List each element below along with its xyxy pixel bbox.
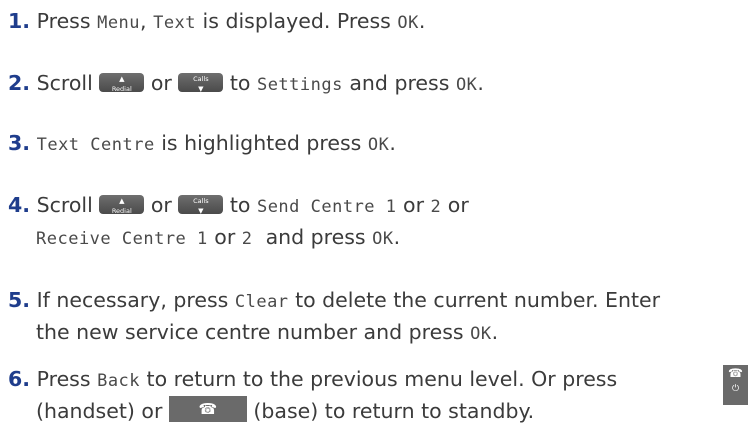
redial-up-key-icon: ▲ Redial [99,72,145,93]
step-5-line-2: the new service centre number and press … [36,320,499,344]
step-number: 4 [8,193,23,217]
send-centre-text: Send Centre 1 [256,197,397,217]
menu-softkey-text: Menu [97,13,141,33]
calls-down-key-icon: Calls ▼ [178,194,224,215]
step-6: 6. Press Back to return to the previous … [8,367,618,391]
step-number: 1 [8,9,23,33]
step-6-line-2: (handset) or ☎ (base) to return to stand… [36,394,534,428]
redial-up-key-icon: ▲ Redial [99,194,145,215]
receive-centre-text: Receive Centre 1 [36,229,208,249]
step-2: 2. Scroll ▲ Redial or Calls ▼ to Settings … [8,71,484,95]
text-menu-text: Text [153,13,197,33]
step-number: 3 [8,131,23,155]
step-1: 1. Press Menu, Text is displayed. Press … [8,9,426,33]
step-number: 5 [8,288,23,312]
instruction-page: 1. Press Menu, Text is displayed. Press … [0,0,756,428]
step-3: 3. Text Centre is highlighted press OK. [8,131,396,155]
base-end-key-icon: ☎ [168,396,247,422]
calls-down-key-icon: Calls ▼ [178,72,224,93]
step-4: 4. Scroll ▲ Redial or Calls ▼ to Send Cent… [8,193,469,217]
power-icon: ⏻ [731,384,740,394]
step-number: 2 [8,71,23,95]
ok-softkey-text: OK [397,13,419,33]
text-centre-menu-text: Text Centre [36,135,155,155]
settings-menu-text: Settings [256,75,343,95]
handset-end-key-icon: ☎ ⏻ [723,365,748,405]
step-number: 6 [8,367,23,391]
step-5: 5. If necessary, press Clear to delete t… [8,288,661,312]
back-softkey-text: Back [97,371,141,391]
clear-softkey-text: Clear [234,292,289,312]
step-4-line-2: Receive Centre 1 or 2 and press OK. [36,225,401,249]
